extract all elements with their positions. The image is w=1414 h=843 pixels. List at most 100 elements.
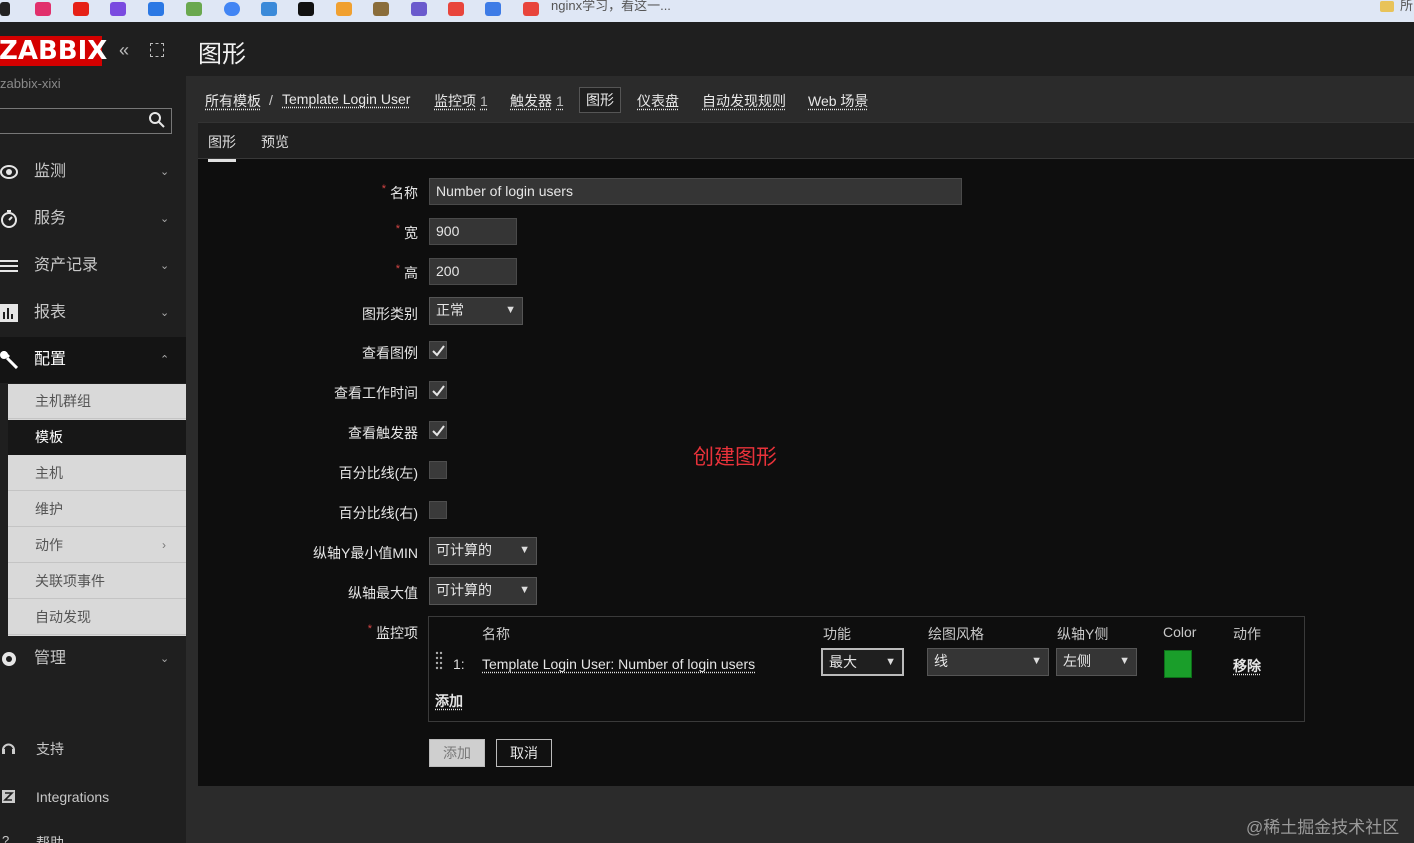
chevron-down-icon: ⌄: [160, 166, 170, 178]
show-legend-checkbox[interactable]: [429, 341, 447, 359]
percentile-right-checkbox[interactable]: [429, 501, 447, 519]
bookmark-folder-label[interactable]: 所: [1400, 0, 1413, 12]
crumb-dashboards[interactable]: 仪表盘: [637, 91, 679, 111]
crumb-graphs[interactable]: 图形: [579, 87, 621, 113]
menu-configuration[interactable]: 配置 ⌃: [0, 337, 186, 383]
add-button[interactable]: 添加: [429, 739, 485, 767]
add-item-link[interactable]: 添加: [435, 691, 463, 711]
header-name: 名称: [482, 626, 510, 642]
header-y-axis-side: 纵轴Y侧: [1057, 626, 1109, 642]
bookmark-tiktok-icon[interactable]: [298, 2, 314, 16]
chevron-down-icon: ⌄: [160, 307, 170, 319]
crumb-separator: /: [269, 92, 273, 108]
graph-type-label: 图形类别: [362, 306, 418, 322]
height-input[interactable]: 200: [429, 258, 517, 285]
bookmark-c-icon[interactable]: [448, 2, 464, 16]
name-label: * 名称: [188, 183, 418, 203]
crumb-template[interactable]: Template Login User: [282, 91, 410, 107]
gear-icon: [2, 652, 16, 666]
items-label-text: 监控项: [376, 625, 418, 641]
submenu-actions[interactable]: 动作 ›: [8, 528, 186, 563]
draw-style-select[interactable]: 线 ▼: [927, 648, 1049, 676]
menu-administration[interactable]: 管理 ⌄: [0, 636, 186, 682]
crumb-web-scenarios[interactable]: Web 场景: [808, 91, 868, 111]
crumb-discovery-rules[interactable]: 自动发现规则: [702, 91, 786, 111]
kiosk-mode-icon[interactable]: [150, 43, 164, 57]
menu-administration-label: 管理: [34, 650, 67, 667]
menu-services[interactable]: 服务 ⌄: [0, 196, 186, 242]
bookmark-instagram-icon[interactable]: [35, 2, 51, 16]
zabbix-logo[interactable]: ZABBIX: [0, 36, 107, 66]
bookmark-chrome-icon[interactable]: [224, 2, 240, 16]
color-picker[interactable]: [1164, 650, 1192, 678]
page-title: 图形: [198, 41, 246, 68]
chevron-right-icon: ›: [162, 538, 166, 552]
required-marker: *: [395, 223, 400, 235]
search-input[interactable]: [0, 108, 172, 134]
show-triggers-checkbox[interactable]: [429, 421, 447, 439]
ymin-label: 纵轴Y最小值MIN: [313, 545, 418, 561]
bookmark-orange-icon[interactable]: [336, 2, 352, 16]
y-axis-side-value: 左侧: [1063, 653, 1091, 669]
chevron-down-icon: ⌄: [160, 213, 170, 225]
y-axis-side-select[interactable]: 左侧 ▼: [1056, 648, 1137, 676]
show-triggers-label: 查看触发器: [348, 425, 418, 441]
percentile-left-checkbox[interactable]: [429, 461, 447, 479]
ymax-select[interactable]: 可计算的 ▼: [429, 577, 537, 605]
wrench-icon: [0, 351, 18, 369]
menu-monitoring[interactable]: 监测 ⌄: [0, 149, 186, 195]
height-label: * 高: [188, 263, 418, 283]
crumb-triggers[interactable]: 触发器 1: [510, 91, 564, 111]
graph-type-select[interactable]: 正常 ▼: [429, 297, 523, 325]
remove-item-link[interactable]: 移除: [1233, 656, 1261, 676]
show-legend-label: 查看图例: [362, 345, 418, 361]
name-input[interactable]: Number of login users: [429, 178, 962, 205]
item-name-link[interactable]: Template Login User: Number of login use…: [482, 656, 755, 672]
percentile-left-label: 百分比线(左): [338, 465, 418, 481]
ymin-select[interactable]: 可计算的 ▼: [429, 537, 537, 565]
menu-reports[interactable]: 报表 ⌄: [0, 290, 186, 336]
crumb-all-templates[interactable]: 所有模板: [205, 91, 261, 111]
graph-type-value: 正常: [436, 302, 464, 318]
crumb-items[interactable]: 监控项 1: [434, 91, 488, 111]
menu-inventory-label: 资产记录: [34, 257, 99, 274]
configuration-submenu: 主机群组 模板 主机 维护 动作 › 关联项事件 自动发现: [8, 384, 186, 636]
bookmark-app-icon[interactable]: [261, 2, 277, 16]
collapse-sidebar-icon[interactable]: «: [119, 40, 139, 60]
function-select[interactable]: 最大 ▼: [821, 648, 904, 676]
bookmark-folder-icon[interactable]: [1380, 1, 1394, 12]
bookmark-globe-icon[interactable]: [186, 2, 202, 16]
bookmark-chat-icon[interactable]: [110, 2, 126, 16]
cancel-button[interactable]: 取消: [496, 739, 552, 767]
sidebar: ZABBIX « zabbix-xixi 监测 ⌄ 服务 ⌄ 资产记录 ⌄ 报表…: [0, 22, 186, 843]
submenu-templates[interactable]: 模板: [8, 420, 186, 455]
eye-icon: [0, 165, 18, 179]
tab-graph[interactable]: 图形: [208, 132, 236, 162]
tab-preview[interactable]: 预览: [261, 132, 289, 152]
bookmark-x-icon[interactable]: [0, 2, 10, 16]
submenu-host-groups[interactable]: 主机群组: [8, 384, 186, 419]
bookmark-bird-icon[interactable]: [373, 2, 389, 16]
bookmark-p-icon[interactable]: [148, 2, 164, 16]
submenu-discovery[interactable]: 自动发现: [8, 600, 186, 635]
bookmark-check-icon[interactable]: [485, 2, 501, 16]
form-tabs: 图形 预览: [198, 123, 1414, 162]
submenu-hosts[interactable]: 主机: [8, 456, 186, 491]
chevron-down-icon: ⌄: [160, 653, 170, 665]
bookmark-c2-icon[interactable]: [523, 2, 539, 16]
submenu-event-correlation[interactable]: 关联项事件: [8, 564, 186, 599]
width-label: * 宽: [188, 223, 418, 243]
bookmark-nginx[interactable]: nginx学习，看这一...: [551, 0, 671, 12]
menu-inventory[interactable]: 资产记录 ⌄: [0, 243, 186, 289]
width-input[interactable]: 900: [429, 218, 517, 245]
header-color: Color: [1163, 624, 1197, 640]
search-icon[interactable]: [148, 111, 166, 129]
submenu-maintenance[interactable]: 维护: [8, 492, 186, 527]
ymax-value: 可计算的: [436, 582, 492, 598]
required-marker: *: [395, 263, 400, 275]
bookmark-youtube-icon[interactable]: [73, 2, 89, 16]
show-work-period-checkbox[interactable]: [429, 381, 447, 399]
bookmark-game-icon[interactable]: [411, 2, 427, 16]
drag-handle-icon[interactable]: [435, 651, 443, 673]
crumb-triggers-count: 1: [556, 93, 564, 109]
